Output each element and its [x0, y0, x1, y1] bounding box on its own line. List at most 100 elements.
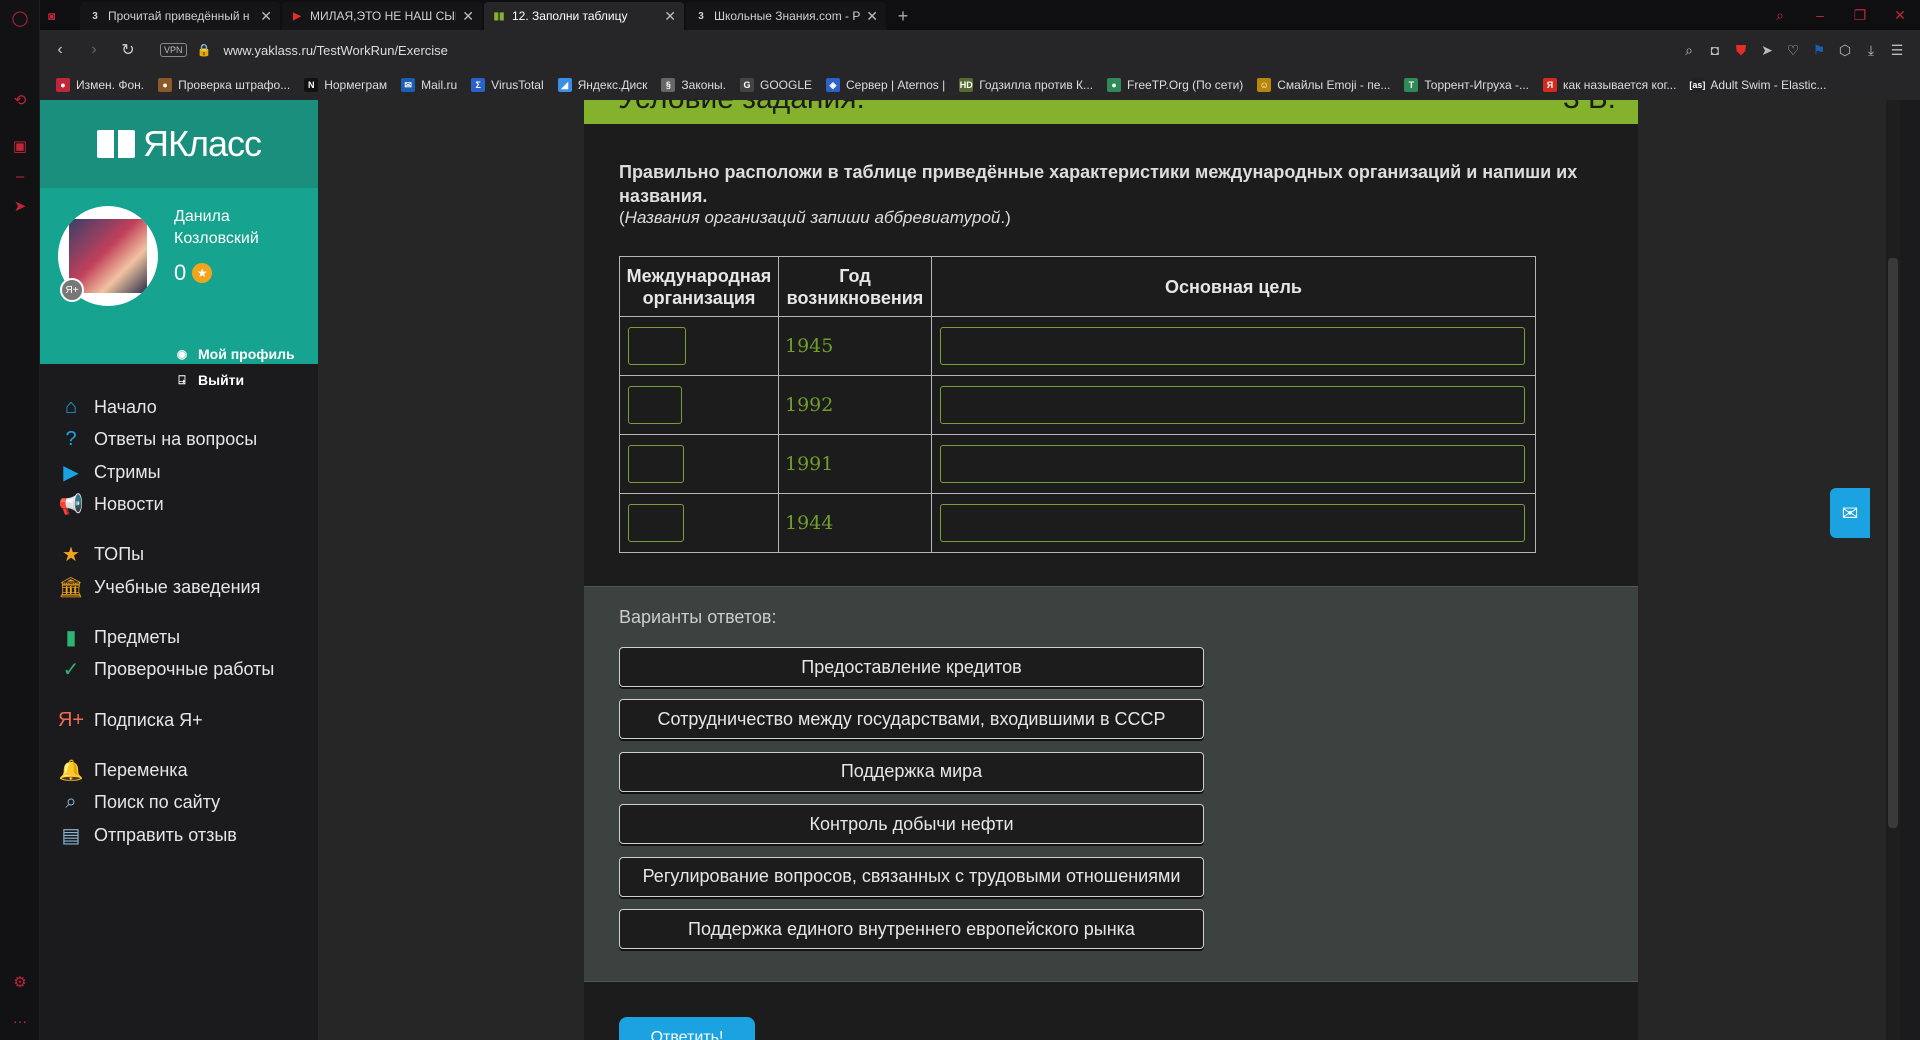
- forward-icon[interactable]: ›: [80, 36, 108, 64]
- lock-icon[interactable]: 🔒: [197, 43, 212, 57]
- logout-label: Выйти: [198, 372, 245, 388]
- goal-drop-zone[interactable]: [940, 327, 1525, 365]
- menu-item[interactable]: 🏛 Учебные заведения: [58, 572, 260, 602]
- telegram-icon[interactable]: ➤: [10, 196, 30, 216]
- check-circle-icon: ✓: [62, 658, 80, 681]
- menu-item[interactable]: ? Ответы на вопросы: [58, 424, 257, 454]
- user-name[interactable]: Данила Козловский: [174, 206, 314, 250]
- briefcase-icon[interactable]: ▣: [10, 136, 30, 156]
- bookmark-item[interactable]: T Торрент-Игруха -...: [1404, 78, 1529, 92]
- restore-icon[interactable]: ❐: [1840, 0, 1880, 30]
- close-window-icon[interactable]: ✕: [1880, 0, 1920, 30]
- scrollbar-thumb[interactable]: [1888, 258, 1898, 828]
- logout-link[interactable]: ⍈ Выйти: [174, 372, 244, 388]
- bookmark-item[interactable]: ◢ Яндекс.Диск: [557, 78, 647, 92]
- bookmark-item[interactable]: G GOOGLE: [740, 78, 812, 92]
- scrollbar[interactable]: [1886, 100, 1900, 1040]
- menu-item[interactable]: ▶ Стримы: [58, 457, 160, 487]
- answer-options-panel: Варианты ответов: Предоставление кредито…: [584, 586, 1638, 982]
- answer-option[interactable]: Предоставление кредитов: [619, 647, 1204, 687]
- tab-title: Прочитай приведённый н: [108, 9, 250, 23]
- new-tab-button[interactable]: +: [888, 2, 918, 30]
- heart-icon[interactable]: ♡: [1780, 42, 1806, 59]
- org-abbreviation-input[interactable]: [628, 445, 684, 483]
- opera-logo-icon[interactable]: ◯: [10, 8, 30, 28]
- mail-icon[interactable]: ✉: [1830, 488, 1870, 538]
- column-header: Год возникновения: [778, 256, 932, 317]
- table-row: 1945: [619, 316, 1536, 376]
- year-value: 1991: [785, 453, 834, 475]
- menu-item[interactable]: ⌕ Поиск по сайту: [58, 787, 220, 817]
- cube-icon[interactable]: ⬡: [1832, 42, 1858, 59]
- tab-4[interactable]: 3 Школьные Знания.com - Р ✕: [686, 2, 886, 30]
- search-tabs-icon[interactable]: ⌕: [1760, 0, 1800, 30]
- menu-item[interactable]: 📢 Новости: [58, 489, 164, 519]
- tab-2[interactable]: ▶ МИЛАЯ,ЭТО НЕ НАШ СЫН ✕: [282, 2, 482, 30]
- task-header-title: Условие задания:: [618, 100, 865, 116]
- bookmarks-bar: ● Измен. Фон. ● Проверка штрафо... N Нормегра…: [40, 70, 1920, 100]
- easy-setup-icon[interactable]: ☰: [1884, 42, 1910, 59]
- bookmark-item[interactable]: [as] Adult Swim - Elastic...: [1689, 78, 1826, 92]
- history-icon[interactable]: ⟲: [10, 90, 30, 110]
- bookmark-item[interactable]: ◈ Сервер | Aternos |: [826, 78, 945, 92]
- submit-button[interactable]: Ответить!: [619, 1017, 755, 1040]
- flow-icon[interactable]: ⚑: [1806, 42, 1832, 59]
- zoom-icon[interactable]: ⌕: [1676, 42, 1702, 59]
- menu-item[interactable]: Я+ Подписка Я+: [58, 705, 203, 735]
- menu-item-label: Ответы на вопросы: [94, 428, 258, 449]
- logout-icon: ⍈: [178, 372, 186, 387]
- menu-item[interactable]: ✓ Проверочные работы: [58, 654, 275, 684]
- answer-option[interactable]: Поддержка единого внутреннего европейско…: [619, 909, 1204, 949]
- adblock-icon[interactable]: ⛊: [1728, 42, 1754, 59]
- bookmark-item[interactable]: Σ VirusTotal: [471, 78, 544, 92]
- menu-item-label: Новости: [94, 493, 164, 514]
- download-icon[interactable]: ⤓: [1858, 42, 1884, 59]
- more-icon[interactable]: …: [10, 1008, 30, 1028]
- year-cell: 1991: [778, 434, 932, 494]
- bookmark-item[interactable]: ● Измен. Фон.: [56, 78, 144, 92]
- bookmark-item[interactable]: ● FreeTP.Org (По сети): [1107, 78, 1243, 92]
- minus-icon: –: [15, 167, 25, 185]
- answer-option[interactable]: Регулирование вопросов, связанных с труд…: [619, 856, 1204, 897]
- org-abbreviation-input[interactable]: [628, 504, 684, 542]
- address-bar: ‹ › ↻ VPN 🔒 www.yaklass.ru/TestWorkRun/E…: [40, 30, 1920, 70]
- tab-0[interactable]: ◙: [48, 2, 62, 30]
- close-icon[interactable]: ✕: [260, 8, 272, 25]
- goal-drop-zone[interactable]: [940, 386, 1525, 424]
- menu-item[interactable]: ▤ Отправить отзыв: [58, 820, 237, 850]
- org-abbreviation-input[interactable]: [628, 327, 686, 365]
- camera-icon[interactable]: ◘: [1702, 42, 1728, 58]
- bookmark-item[interactable]: ☺ Смайлы Emoji - пе...: [1257, 78, 1390, 92]
- bookmark-item[interactable]: ● Проверка штрафо...: [158, 78, 290, 92]
- goal-drop-zone[interactable]: [940, 445, 1525, 483]
- tab-1[interactable]: 3 Прочитай приведённый н ✕: [80, 2, 280, 30]
- menu-item[interactable]: ▮ Предметы: [58, 622, 180, 652]
- menu-item[interactable]: ★ ТОПы: [58, 539, 144, 569]
- url-field[interactable]: www.yaklass.ru/TestWorkRun/Exercise: [223, 43, 447, 58]
- tab-3[interactable]: ▮▮ 12. Заполни таблицу ✕: [484, 2, 684, 30]
- site-logo[interactable]: ЯКласс: [40, 100, 318, 188]
- close-icon[interactable]: ✕: [664, 8, 676, 25]
- answer-option[interactable]: Сотрудничество между государствами, вход…: [619, 699, 1204, 740]
- bookmark-favicon: Я: [1543, 78, 1557, 92]
- goal-drop-zone[interactable]: [940, 504, 1525, 542]
- bookmark-item[interactable]: § Законы.: [661, 78, 726, 92]
- settings-icon[interactable]: ⚙: [10, 972, 30, 992]
- send-icon[interactable]: ➤: [1754, 42, 1780, 59]
- answer-option[interactable]: Контроль добычи нефти: [619, 804, 1204, 845]
- bookmark-item[interactable]: N Нормеграм: [304, 78, 387, 92]
- reload-icon[interactable]: ↻: [114, 36, 142, 64]
- back-icon[interactable]: ‹: [46, 36, 74, 64]
- bookmark-item[interactable]: HD Годзилла против К...: [959, 78, 1093, 92]
- close-icon[interactable]: ✕: [462, 8, 474, 25]
- bookmark-item[interactable]: ✉ Mail.ru: [401, 78, 457, 92]
- org-abbreviation-input[interactable]: [628, 386, 682, 424]
- answer-option[interactable]: Поддержка мира: [619, 751, 1204, 792]
- my-profile-link[interactable]: ◉ Мой профиль: [174, 346, 295, 362]
- close-icon[interactable]: ✕: [866, 8, 878, 25]
- minimize-icon[interactable]: –: [1800, 0, 1840, 30]
- menu-item[interactable]: ⌂ Начало: [58, 392, 157, 422]
- menu-item[interactable]: 🔔 Переменка: [58, 755, 188, 785]
- vpn-badge[interactable]: VPN: [160, 43, 187, 57]
- bookmark-item[interactable]: Якак называется ког...: [1543, 78, 1676, 92]
